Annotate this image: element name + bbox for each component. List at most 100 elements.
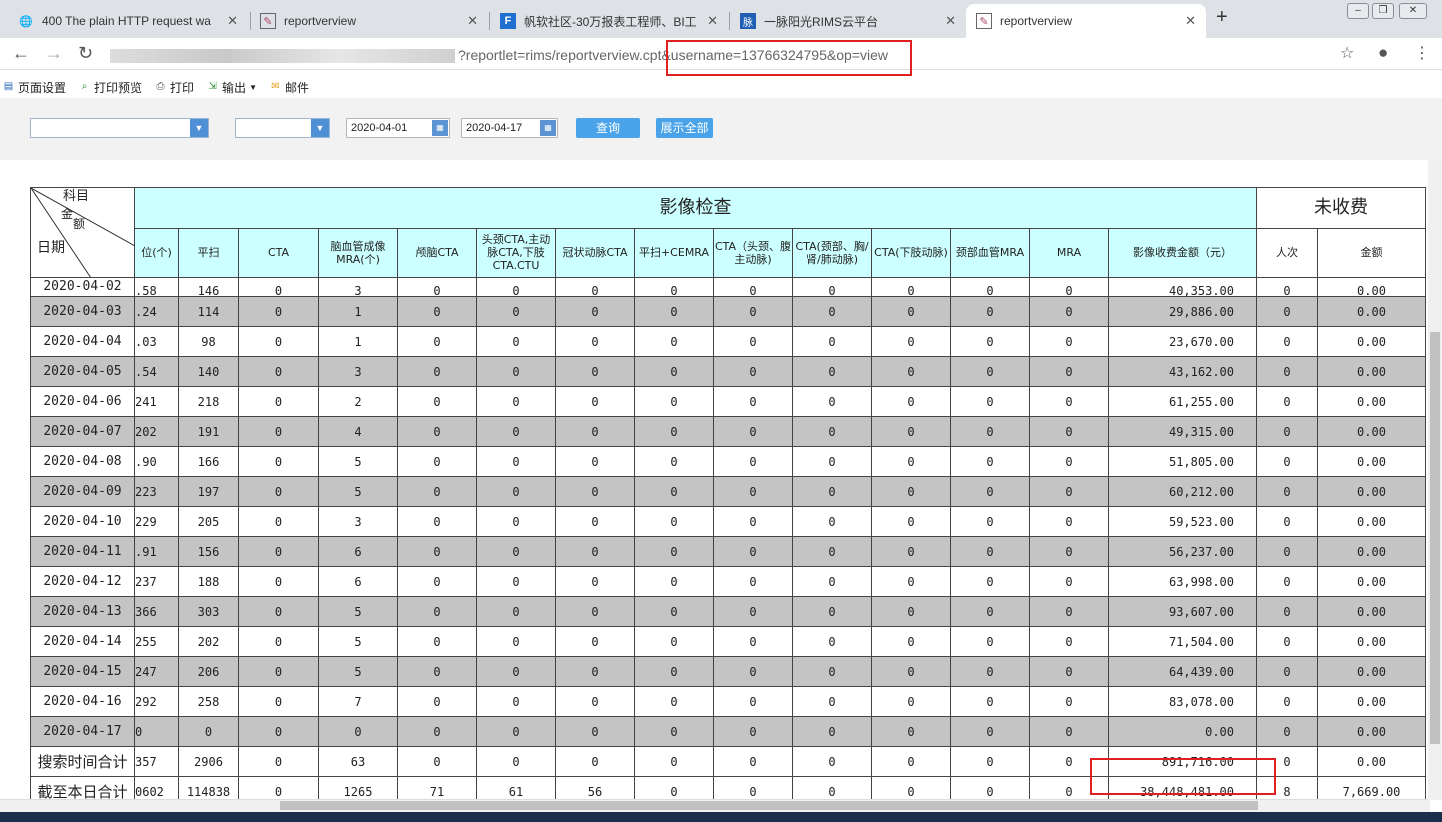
tab-1[interactable]: ✎ reportverview ✕ (250, 4, 488, 38)
value-cell: 0 (238, 476, 319, 507)
column-header: 人次 (1256, 227, 1318, 279)
value-cell: 0 (634, 716, 714, 747)
email-button[interactable]: ✉ 邮件 (269, 79, 309, 96)
close-icon[interactable]: ✕ (227, 13, 238, 29)
value-cell: 0 (871, 446, 951, 477)
value-cell: 0 (792, 476, 872, 507)
date-cell: 2020-04-03 (30, 296, 135, 327)
query-button[interactable]: 查询 (576, 118, 640, 138)
value-cell: 0 (713, 446, 793, 477)
value-cell: 0 (634, 536, 714, 567)
value-cell: 0 (634, 476, 714, 507)
close-window-button[interactable]: ✕ (1399, 3, 1427, 19)
value-cell: 258 (178, 686, 239, 717)
show-all-button[interactable]: 展示全部 (656, 118, 713, 138)
value-cell: 56,237.00 (1108, 536, 1257, 567)
value-cell: 0 (713, 296, 793, 327)
back-icon[interactable]: ← (12, 43, 30, 64)
value-cell: 0 (1256, 386, 1318, 417)
value-cell: 0 (871, 686, 951, 717)
value-cell: 0 (950, 356, 1030, 387)
value-cell: 0 (792, 356, 872, 387)
value-cell: 156 (178, 536, 239, 567)
calendar-icon[interactable]: ▦ (432, 120, 448, 136)
value-cell: 3 (318, 356, 398, 387)
chevron-down-icon[interactable]: ▼ (311, 119, 329, 137)
table-row: 2020-04-06 241 218 0 2 0 0 0 0 0 0 0 0 0 61,255.00 0 0.0… (30, 386, 1426, 417)
close-icon[interactable]: ✕ (945, 13, 956, 29)
page-setup-button[interactable]: ▤ 页面设置 (2, 79, 66, 96)
value-cell: 303 (178, 596, 239, 627)
value-cell: 0 (950, 296, 1030, 327)
value-cell: 206 (178, 656, 239, 687)
close-icon[interactable]: ✕ (467, 13, 478, 29)
value-cell: 0 (555, 296, 635, 327)
value-cell: 0 (792, 566, 872, 597)
table-row: 2020-04-10 229 205 0 3 0 0 0 0 0 0 0 0 0 59,523.00 0 0.0… (30, 506, 1426, 537)
corner-date: 日期 (37, 240, 65, 256)
value-cell: 0 (792, 596, 872, 627)
value-cell: 146 (178, 277, 239, 297)
print-button[interactable]: ⎙ 打印 (154, 79, 195, 96)
value-cell: 5 (318, 446, 398, 477)
tab-title: 帆软社区-30万报表工程师、BI工 (524, 14, 697, 29)
value-cell: 0 (238, 716, 319, 747)
value-cell: 0 (950, 566, 1030, 597)
close-icon[interactable]: ✕ (1185, 13, 1196, 29)
chevron-down-icon[interactable]: ▼ (190, 119, 208, 137)
date-cell: 2020-04-10 (30, 506, 135, 537)
account-icon[interactable]: ● (1378, 43, 1388, 63)
value-cell: 0 (950, 536, 1030, 567)
date-cell: 2020-04-11 (30, 536, 135, 567)
value-cell: 0 (555, 277, 635, 297)
dropdown-2[interactable]: ▼ (235, 118, 330, 138)
tab-3[interactable]: 脉 一脉阳光RIMS云平台 ✕ (730, 4, 966, 38)
reload-icon[interactable]: ↻ (78, 43, 93, 64)
corner-header: 科目 金 额 日期 (30, 187, 135, 278)
date-to-input[interactable]: 2020-04-17 ▦ (461, 118, 558, 138)
tab-4-active[interactable]: ✎ reportverview ✕ (966, 4, 1206, 38)
value-cell: .91 (134, 536, 179, 567)
new-tab-button[interactable]: + (1216, 6, 1228, 29)
export-button[interactable]: ⇲ 输出 ▼ (206, 79, 257, 96)
table-row: 2020-04-14 255 202 0 5 0 0 0 0 0 0 0 0 0 71,504.00 0 0.0… (30, 626, 1426, 657)
forward-icon[interactable]: → (45, 43, 63, 64)
minimize-button[interactable]: – (1347, 3, 1369, 19)
date-cell: 2020-04-02 (30, 277, 135, 297)
value-cell: 0 (476, 626, 556, 657)
value-cell: 0 (1256, 476, 1318, 507)
print-preview-button[interactable]: ⌕ 打印预览 (78, 79, 142, 96)
value-cell: 0 (634, 277, 714, 297)
value-cell: 0 (238, 356, 319, 387)
star-icon[interactable]: ☆ (1340, 43, 1354, 63)
calendar-icon[interactable]: ▦ (540, 120, 556, 136)
tab-0[interactable]: 🌐 400 The plain HTTP request wa ✕ (8, 4, 248, 38)
horizontal-scroll-thumb[interactable] (280, 801, 1258, 810)
corner-amount-2: 额 (73, 217, 86, 231)
value-cell: 0 (476, 566, 556, 597)
value-cell: 0 (950, 326, 1030, 357)
value-cell: 0 (1029, 386, 1109, 417)
value-cell: 0 (713, 536, 793, 567)
table-row: 2020-04-17 0 0 0 0 0 0 0 0 0 0 0 0 0 0.00 0 0.00 (30, 716, 1426, 747)
close-icon[interactable]: ✕ (707, 13, 718, 29)
tab-2[interactable]: F 帆软社区-30万报表工程师、BI工 ✕ (490, 4, 728, 38)
table-row: 2020-04-07 202 191 0 4 0 0 0 0 0 0 0 0 0 49,315.00 0 0.0… (30, 416, 1426, 447)
value-cell: 64,439.00 (1108, 656, 1257, 687)
total-value: 2906 (178, 746, 239, 777)
vertical-scroll-thumb[interactable] (1430, 332, 1440, 744)
value-cell: 0 (950, 506, 1030, 537)
dropdown-1[interactable]: ▼ (30, 118, 209, 138)
value-cell: 0.00 (1108, 716, 1257, 747)
date-from-input[interactable]: 2020-04-01 ▦ (346, 118, 450, 138)
value-cell: 5 (318, 596, 398, 627)
value-cell: 0 (238, 596, 319, 627)
menu-icon[interactable]: ⋮ (1414, 43, 1430, 63)
value-cell: 0 (476, 686, 556, 717)
restore-button[interactable]: ❐ (1372, 3, 1394, 19)
value-cell: 0 (397, 476, 477, 507)
value-cell: 0.00 (1317, 356, 1426, 387)
value-cell: 0 (713, 716, 793, 747)
value-cell: .24 (134, 296, 179, 327)
highlight-box-url (666, 40, 912, 76)
